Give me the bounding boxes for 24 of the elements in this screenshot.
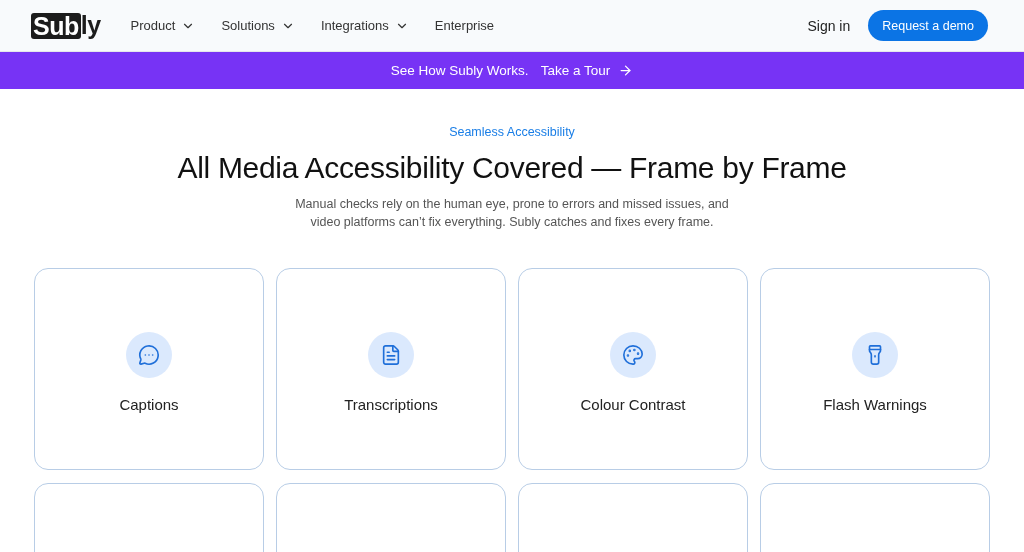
feature-label: Captions bbox=[119, 395, 179, 413]
nav-link[interactable]: Solutions bbox=[221, 18, 295, 33]
section-eyebrow: Seamless Accessibility bbox=[449, 125, 575, 139]
arrow-right-icon bbox=[618, 63, 634, 78]
chat-bubble-icon bbox=[126, 331, 172, 378]
nav-link[interactable]: Enterprise bbox=[434, 18, 495, 33]
document-icon bbox=[368, 331, 414, 378]
section-description: Manual checks rely on the human eye, prone to errors and missed issues, and video platforms can’t fix everything. Subly catches and fixes every frame. bbox=[294, 196, 730, 231]
nav-link[interactable]: Integrations bbox=[320, 18, 409, 33]
feature-label: Colour Contrast bbox=[580, 395, 686, 413]
section-title: All Media Accessibility Covered — Frame by Frame bbox=[177, 151, 847, 185]
palette-icon bbox=[610, 331, 656, 378]
feature-card[interactable]: Flash Warnings bbox=[760, 268, 990, 470]
sign-in-link[interactable]: Sign in bbox=[807, 17, 851, 34]
banner-text: See How Subly Works. bbox=[390, 63, 529, 78]
feature-card[interactable]: Captions bbox=[34, 268, 264, 470]
nav-link[interactable]: Product bbox=[130, 18, 196, 33]
feature-card[interactable]: Colour Contrast bbox=[518, 268, 748, 470]
tour-link[interactable]: Take a Tour bbox=[540, 63, 634, 78]
request-demo-button[interactable]: Request a demo bbox=[868, 10, 988, 41]
flashlight-icon bbox=[852, 331, 898, 378]
feature-label: Flash Warnings bbox=[823, 395, 927, 413]
feature-card[interactable]: Transcriptions bbox=[276, 268, 506, 470]
feature-label: Transcriptions bbox=[344, 395, 438, 413]
